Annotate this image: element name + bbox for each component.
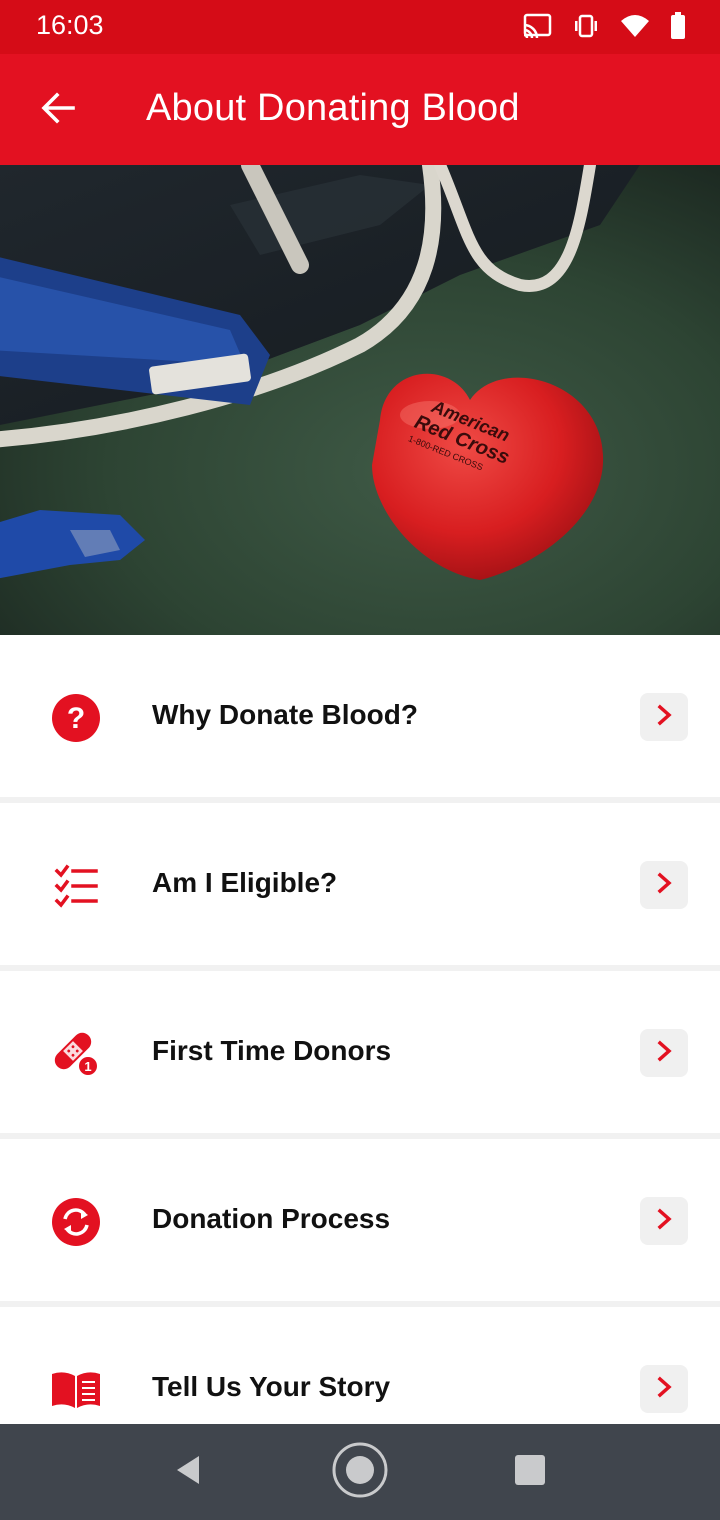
menu-item-label: Tell Us Your Story (152, 1371, 391, 1402)
sync-circle-icon (50, 1196, 102, 1248)
chevron-right-icon (653, 1376, 675, 1403)
battery-icon (670, 12, 686, 45)
cast-icon (522, 13, 552, 44)
nav-recents-button[interactable] (502, 1444, 558, 1500)
menu-item-donation-process[interactable]: Donation Process (0, 1139, 720, 1307)
menu-list: ? Why Donate Blood? Am I Eligible? 1 Fir… (0, 635, 720, 1475)
menu-item-eligible[interactable]: Am I Eligible? (0, 803, 720, 971)
chevron-right-icon (653, 1040, 675, 1067)
square-recents-icon (514, 1454, 546, 1491)
menu-item-first-time[interactable]: 1 First Time Donors (0, 971, 720, 1139)
nav-back-button[interactable] (160, 1444, 216, 1500)
status-bar: 16:03 (0, 0, 720, 54)
hero-image: American Red Cross 1-800-RED CROSS (0, 165, 720, 635)
circle-home-icon (332, 1442, 388, 1503)
status-icons (522, 12, 686, 45)
heart-stress-ball-photo: American Red Cross 1-800-RED CROSS (0, 165, 720, 635)
menu-item-label: Am I Eligible? (152, 867, 338, 898)
question-circle-icon: ? (50, 692, 102, 744)
menu-item-why-donate[interactable]: ? Why Donate Blood? (0, 635, 720, 803)
nav-home-button[interactable] (332, 1442, 388, 1503)
chevron-right-button[interactable] (640, 1197, 688, 1245)
svg-text:?: ? (67, 702, 85, 735)
triangle-back-icon (171, 1453, 205, 1492)
wifi-icon (620, 13, 650, 44)
system-nav-bar (0, 1424, 720, 1520)
back-button[interactable] (30, 82, 86, 138)
chevron-right-button[interactable] (640, 1029, 688, 1077)
app-bar: About Donating Blood (0, 54, 720, 165)
chevron-right-icon (653, 872, 675, 899)
open-book-icon (50, 1364, 102, 1416)
menu-item-label: Why Donate Blood? (152, 699, 418, 730)
menu-item-label: First Time Donors (152, 1035, 392, 1066)
svg-text:1: 1 (84, 1059, 91, 1074)
chevron-right-icon (653, 704, 675, 731)
chevron-right-button[interactable] (640, 861, 688, 909)
chevron-right-button[interactable] (640, 693, 688, 741)
vibrate-icon (572, 13, 600, 44)
arrow-back-icon (40, 90, 76, 131)
checklist-icon (50, 860, 102, 912)
menu-item-label: Donation Process (152, 1203, 391, 1234)
chevron-right-icon (653, 1208, 675, 1235)
page-title: About Donating Blood (146, 87, 520, 129)
bandage-icon: 1 (50, 1028, 102, 1080)
chevron-right-button[interactable] (640, 1365, 688, 1413)
status-time: 16:03 (36, 10, 104, 40)
